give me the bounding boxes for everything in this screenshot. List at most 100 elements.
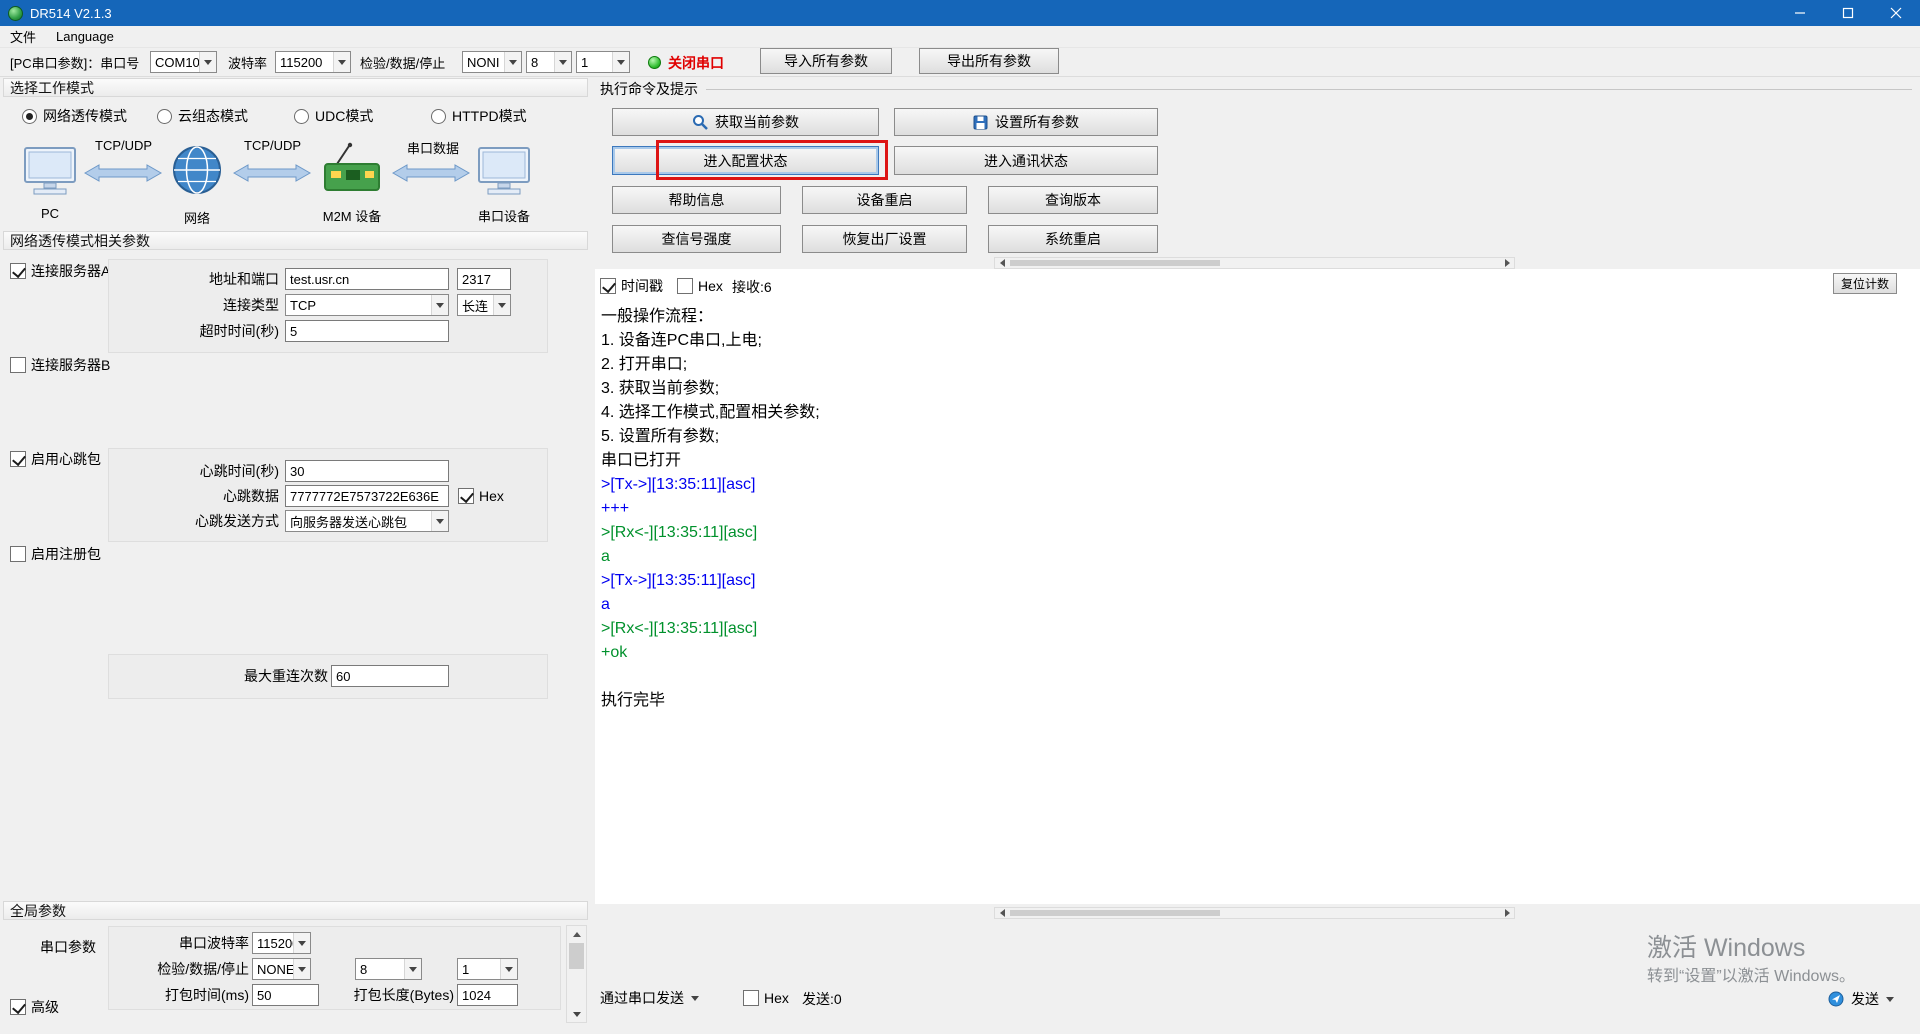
factory-reset-button[interactable]: 恢复出厂设置 xyxy=(802,225,967,253)
arrow-left-right-icon xyxy=(233,164,311,185)
heartbeat-checkbox[interactable]: 启用心跳包 xyxy=(10,450,101,468)
menubar: 文件 Language xyxy=(0,26,1920,48)
max-reconnect-input[interactable] xyxy=(331,665,449,687)
get-current-params-button[interactable]: 获取当前参数 xyxy=(612,108,879,136)
send-via-serial-dropdown[interactable]: 通过串口发送 xyxy=(600,987,699,1009)
log-area[interactable]: 一般操作流程： 1. 设备连PC串口,上电; 2. 打开串口; 3. 获取当前参… xyxy=(595,269,1920,904)
radio-cloud-mode[interactable]: 云组态模式 xyxy=(157,107,248,125)
register-packet-checkbox[interactable]: 启用注册包 xyxy=(10,545,101,563)
checkbox-icon xyxy=(10,999,26,1015)
minimize-button[interactable] xyxy=(1776,0,1824,26)
scroll-right-icon[interactable] xyxy=(1500,258,1514,268)
scrollbar-thumb[interactable] xyxy=(1010,260,1220,266)
timestamp-checkbox[interactable]: 时间戳 xyxy=(600,277,663,295)
keepalive-select[interactable]: 长连 xyxy=(457,294,511,316)
receive-hex-checkbox[interactable]: Hex xyxy=(677,277,723,295)
app-icon xyxy=(8,6,23,21)
import-all-params-button[interactable]: 导入所有参数 xyxy=(760,48,892,74)
stop-bits-select[interactable]: 1 xyxy=(576,51,630,73)
server-b-checkbox[interactable]: 连接服务器B xyxy=(10,356,110,374)
scroll-left-icon[interactable] xyxy=(995,908,1009,918)
pack-length-input[interactable] xyxy=(457,984,518,1006)
data-bits-select[interactable]: 8 xyxy=(526,51,572,73)
heartbeat-time-input[interactable] xyxy=(285,460,449,482)
reset-count-button[interactable]: 复位计数 xyxy=(1833,273,1897,294)
scroll-up-icon[interactable] xyxy=(567,926,586,942)
sent-count: 发送:0 xyxy=(802,989,842,1009)
device-restart-button[interactable]: 设备重启 xyxy=(802,186,967,214)
receive-area-hscrollbar[interactable] xyxy=(994,257,1515,269)
help-info-button[interactable]: 帮助信息 xyxy=(612,186,781,214)
heartbeat-data-input[interactable] xyxy=(285,485,449,507)
arrow-left-right-icon xyxy=(392,164,470,185)
scroll-left-icon[interactable] xyxy=(995,258,1009,268)
serial-device-label: 串口设备 xyxy=(468,206,540,225)
system-restart-button[interactable]: 系统重启 xyxy=(988,225,1158,253)
enter-config-state-button[interactable]: 进入配置状态 xyxy=(612,146,879,175)
advanced-checkbox[interactable]: 高级 xyxy=(10,998,59,1016)
com-port-select[interactable]: COM10 xyxy=(150,51,217,73)
max-reconnect-label: 最大重连次数 xyxy=(150,665,328,687)
left-panel-scrollbar[interactable] xyxy=(566,925,587,1023)
conn-type-label: 连接类型 xyxy=(120,294,279,316)
serial-baud-select[interactable]: 115200 xyxy=(252,932,311,954)
pack-time-input[interactable] xyxy=(252,984,319,1006)
scroll-down-icon[interactable] xyxy=(567,1006,586,1022)
baud-rate-select[interactable]: 115200 xyxy=(275,51,351,73)
m2m-device-icon xyxy=(321,142,383,199)
log-line: 2. 打开串口; xyxy=(601,353,1920,377)
timeout-input[interactable] xyxy=(285,320,449,342)
set-all-params-button[interactable]: 设置所有参数 xyxy=(894,108,1158,136)
serial-check-label: 检验/数据/停止 xyxy=(100,958,249,980)
send-area-hscrollbar[interactable] xyxy=(994,907,1515,919)
enter-comm-state-button[interactable]: 进入通讯状态 xyxy=(894,146,1158,175)
server-a-port-input[interactable] xyxy=(457,268,511,290)
query-signal-button[interactable]: 查信号强度 xyxy=(612,225,781,253)
baud-rate-label: 波特率 xyxy=(228,48,267,76)
log-text: >[Tx->][13:35:11][asc] xyxy=(601,476,755,493)
log-line: 3. 获取当前参数; xyxy=(601,377,1920,401)
radio-httpd-mode[interactable]: HTTPD模式 xyxy=(431,107,527,125)
log-line: a xyxy=(601,593,1920,617)
export-all-params-button[interactable]: 导出所有参数 xyxy=(919,48,1059,74)
serial-stopbits-select[interactable]: 1 xyxy=(457,958,518,980)
log-line: 执行完毕 xyxy=(601,689,1920,713)
send-hex-checkbox[interactable]: Hex xyxy=(743,989,789,1007)
heartbeat-hex-checkbox[interactable]: Hex xyxy=(458,487,504,505)
checkbox-icon xyxy=(10,451,26,467)
close-button[interactable] xyxy=(1872,0,1920,26)
scrollbar-thumb[interactable] xyxy=(569,943,584,969)
parity-data-stop-label: 检验/数据/停止 xyxy=(360,48,445,76)
window-title: DR514 V2.1.3 xyxy=(30,6,112,21)
server-a-address-input[interactable] xyxy=(285,268,449,290)
checkbox-icon xyxy=(743,990,759,1006)
chevron-down-icon xyxy=(612,52,629,72)
scrollbar-thumb[interactable] xyxy=(1010,910,1220,916)
scroll-right-icon[interactable] xyxy=(1500,908,1514,918)
server-a-checkbox[interactable]: 连接服务器A xyxy=(10,262,110,280)
parity-select[interactable]: NONI xyxy=(462,51,522,73)
menu-language[interactable]: Language xyxy=(46,29,124,44)
transparent-params-header: 网络透传模式相关参数 xyxy=(3,231,588,250)
send-button[interactable]: 发送 xyxy=(1828,988,1894,1010)
chevron-down-icon xyxy=(293,933,310,953)
serial-databits-select[interactable]: 8 xyxy=(355,958,422,980)
log-text: 执行完毕 xyxy=(601,692,665,709)
close-serial-button[interactable]: 关闭串口 xyxy=(648,50,724,75)
query-version-button[interactable]: 查询版本 xyxy=(988,186,1158,214)
menu-file[interactable]: 文件 xyxy=(0,27,46,46)
radio-udc-mode[interactable]: UDC模式 xyxy=(294,107,373,125)
log-text: 5. 设置所有参数; xyxy=(601,428,719,445)
checkbox-icon xyxy=(10,546,26,562)
maximize-button[interactable] xyxy=(1824,0,1872,26)
heartbeat-mode-select[interactable]: 向服务器发送心跳包 xyxy=(285,510,449,532)
chevron-down-icon xyxy=(333,52,350,72)
radio-icon xyxy=(22,109,37,124)
log-line: 5. 设置所有参数; xyxy=(601,425,1920,449)
log-text: >[Rx<-][13:35:11][asc] xyxy=(601,620,757,637)
radio-transparent-mode[interactable]: 网络透传模式 xyxy=(22,107,127,125)
conn-type-select[interactable]: TCP xyxy=(285,294,449,316)
pc-serial-params-label: [PC串口参数]：串口号 xyxy=(10,48,139,76)
serial-parity-select[interactable]: NONE xyxy=(252,958,311,980)
titlebar: DR514 V2.1.3 xyxy=(0,0,1920,26)
